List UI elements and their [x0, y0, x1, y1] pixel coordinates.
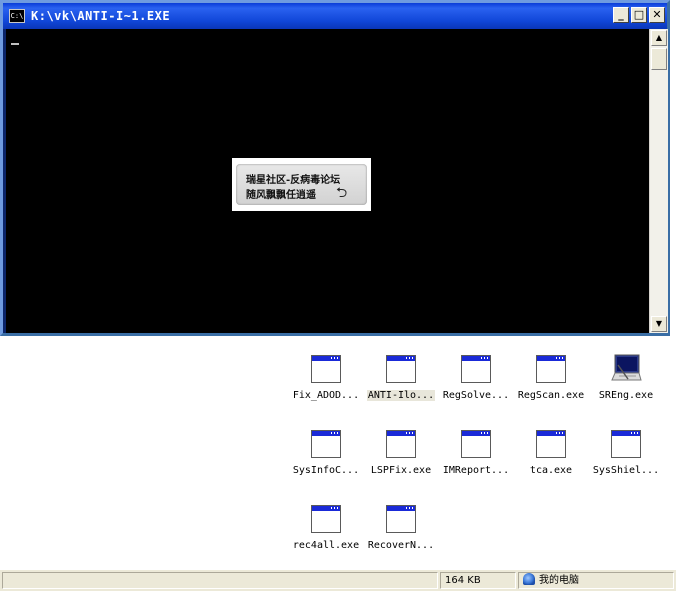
scroll-down-button[interactable]: ▼ — [651, 316, 667, 332]
my-computer-icon — [523, 573, 535, 585]
window-title: K:\vk\ANTI-I~1.EXE — [31, 9, 171, 23]
app-window-icon — [311, 355, 341, 383]
app-window-icon — [461, 355, 491, 383]
app-window-icon — [386, 430, 416, 458]
forum-watermark: 瑞星社区-反病毒论坛 随风飘飘任逍遥 ⮌ — [232, 158, 371, 211]
watermark-line-2: 随风飘飘任逍遥 — [246, 190, 316, 201]
file-label: tca.exe — [529, 465, 573, 476]
app-window-icon — [536, 430, 566, 458]
file-item[interactable]: SysShiel... — [588, 428, 664, 476]
file-item[interactable]: tca.exe — [513, 428, 589, 476]
maximize-button[interactable]: □ — [631, 7, 647, 23]
file-label: IMReport... — [442, 465, 510, 476]
status-bar: 164 KB 我的电脑 — [0, 569, 676, 591]
file-item[interactable]: SREng.exe — [588, 353, 664, 401]
laptop-icon — [611, 354, 642, 381]
app-window-icon — [311, 505, 341, 533]
vertical-scrollbar[interactable]: ▲ ▼ — [649, 29, 668, 333]
file-item[interactable]: RegSolve... — [438, 353, 514, 401]
text-cursor — [11, 43, 19, 45]
file-label: LSPFix.exe — [370, 465, 432, 476]
minimize-button[interactable]: _ — [613, 7, 629, 23]
status-panel-size: 164 KB — [440, 572, 516, 589]
file-item[interactable]: Fix_ADOD... — [288, 353, 364, 401]
file-item[interactable]: LSPFix.exe — [363, 428, 439, 476]
file-item[interactable]: rec4all.exe — [288, 503, 364, 551]
status-size: 164 KB — [445, 575, 481, 586]
app-window-icon — [461, 430, 491, 458]
file-item[interactable]: RecoverN... — [363, 503, 439, 551]
file-item[interactable]: RegScan.exe — [513, 353, 589, 401]
app-window-icon — [536, 355, 566, 383]
file-label: rec4all.exe — [292, 540, 360, 551]
file-label: Fix_ADOD... — [292, 390, 360, 401]
watermark-line-1: 瑞星社区-反病毒论坛 — [246, 175, 341, 186]
file-label: RecoverN... — [367, 540, 435, 551]
app-window-icon — [386, 355, 416, 383]
app-window-icon — [386, 505, 416, 533]
file-item[interactable]: IMReport... — [438, 428, 514, 476]
file-label: SysShiel... — [592, 465, 660, 476]
app-window-icon — [311, 430, 341, 458]
file-label: SysInfoC... — [292, 465, 360, 476]
scroll-up-button[interactable]: ▲ — [651, 30, 667, 46]
console-icon[interactable]: C:\ — [9, 9, 25, 23]
status-panel-main — [2, 572, 438, 589]
app-window-icon — [611, 430, 641, 458]
close-button[interactable]: ✕ — [649, 7, 665, 23]
status-panel-location: 我的电脑 — [518, 572, 674, 589]
file-label: SREng.exe — [598, 390, 654, 401]
file-label: RegScan.exe — [517, 390, 585, 401]
file-item-selected[interactable]: ANTI-Ilo... — [363, 353, 439, 401]
file-label: RegSolve... — [442, 390, 510, 401]
watermark-badge: 瑞星社区-反病毒论坛 随风飘飘任逍遥 ⮌ — [236, 164, 367, 205]
window-controls: _ □ ✕ — [613, 7, 665, 23]
console-titlebar[interactable]: C:\ K:\vk\ANTI-I~1.EXE _ □ ✕ — [3, 3, 667, 29]
return-arrow-icon: ⮌ — [336, 185, 348, 201]
scroll-thumb[interactable] — [651, 48, 667, 70]
status-location: 我的电脑 — [539, 575, 579, 586]
file-item[interactable]: SysInfoC... — [288, 428, 364, 476]
file-label: ANTI-Ilo... — [366, 390, 436, 401]
